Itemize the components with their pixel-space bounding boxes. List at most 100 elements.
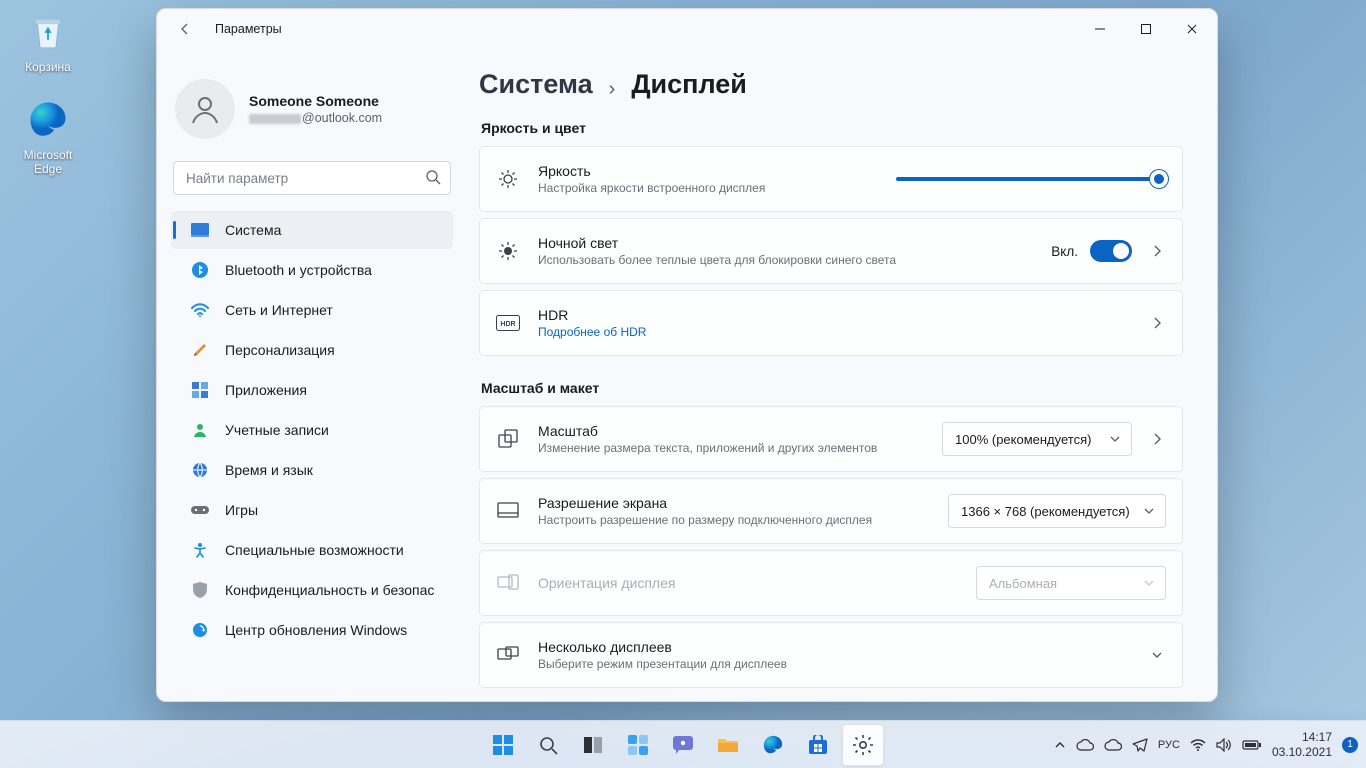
taskbar: РУС 14:17 03.10.2021 1 <box>0 720 1366 768</box>
taskbar-taskview[interactable] <box>572 724 614 766</box>
row-subtitle: Настроить разрешение по размеру подключе… <box>538 513 932 527</box>
taskbar-edge[interactable] <box>752 724 794 766</box>
nav-item-personalization[interactable]: Персонализация <box>171 331 453 369</box>
window-title: Параметры <box>215 22 282 36</box>
nav-item-network[interactable]: Сеть и Интернет <box>171 291 453 329</box>
section-scale-layout: Масштаб и макет <box>481 380 1183 396</box>
email-redacted <box>249 114 301 124</box>
page-title: Дисплей <box>631 69 747 100</box>
row-subtitle: Настройка яркости встроенного дисплея <box>538 181 880 195</box>
row-title: Масштаб <box>538 423 926 439</box>
breadcrumb-parent[interactable]: Система <box>479 69 593 100</box>
nav-item-bluetooth[interactable]: Bluetooth и устройства <box>171 251 453 289</box>
resolution-icon <box>494 502 522 520</box>
toggle-state-label: Вкл. <box>1051 244 1078 259</box>
taskbar-store[interactable] <box>797 724 839 766</box>
nav-item-gaming[interactable]: Игры <box>171 491 453 529</box>
content-area: Система › Дисплей Яркость и цвет Яркость… <box>465 49 1217 701</box>
tray-chevron-icon[interactable] <box>1054 739 1066 751</box>
close-button[interactable] <box>1169 13 1215 45</box>
telegram-icon[interactable] <box>1132 738 1148 752</box>
nav-item-time-language[interactable]: Время и язык <box>171 451 453 489</box>
card-multi-display[interactable]: Несколько дисплеев Выберите режим презен… <box>479 622 1183 688</box>
card-hdr[interactable]: HDR HDR Подробнее об HDR <box>479 290 1183 356</box>
sidebar: Someone Someone @outlook.com Система <box>157 49 465 701</box>
start-button[interactable] <box>482 724 524 766</box>
scale-select[interactable]: 100% (рекомендуется) <box>942 422 1132 456</box>
taskbar-widgets[interactable] <box>617 724 659 766</box>
row-title: Разрешение экрана <box>538 495 932 511</box>
orientation-select: Альбомная <box>976 566 1166 600</box>
breadcrumb: Система › Дисплей <box>479 69 1183 100</box>
battery-tray-icon[interactable] <box>1242 739 1262 751</box>
card-scale[interactable]: Масштаб Изменение размера текста, прилож… <box>479 406 1183 472</box>
card-night-light[interactable]: Ночной свет Использовать более теплые цв… <box>479 218 1183 284</box>
row-subtitle: Выберите режим презентации для дисплеев <box>538 657 1132 671</box>
hdr-link[interactable]: Подробнее об HDR <box>538 325 1132 339</box>
titlebar: Параметры <box>157 9 1217 49</box>
maximize-button[interactable] <box>1123 13 1169 45</box>
person-icon <box>191 421 209 439</box>
tray[interactable]: РУС <box>1054 738 1262 752</box>
nav-item-apps[interactable]: Приложения <box>171 371 453 409</box>
row-title: Ориентация дисплея <box>538 575 960 591</box>
back-button[interactable] <box>171 15 199 43</box>
system-icon <box>191 221 209 239</box>
taskbar-search[interactable] <box>527 724 569 766</box>
nav-label: Время и язык <box>225 462 313 478</box>
slider-thumb[interactable] <box>1150 170 1168 188</box>
taskbar-date: 03.10.2021 <box>1272 745 1332 759</box>
apps-icon <box>191 381 209 399</box>
nav-item-system[interactable]: Система <box>171 211 453 249</box>
taskbar-time: 14:17 <box>1272 730 1332 744</box>
recycle-bin-icon <box>24 8 72 56</box>
taskbar-settings[interactable] <box>842 724 884 766</box>
language-indicator[interactable]: РУС <box>1158 739 1180 751</box>
card-orientation: Ориентация дисплея Альбомная <box>479 550 1183 616</box>
accessibility-icon <box>191 541 209 559</box>
chevron-down-icon <box>1148 648 1166 662</box>
search-box[interactable] <box>173 161 451 195</box>
taskbar-center <box>482 724 884 766</box>
row-subtitle: Использовать более теплые цвета для блок… <box>538 253 1035 267</box>
onedrive-icon[interactable] <box>1076 739 1094 751</box>
volume-tray-icon[interactable] <box>1216 738 1232 752</box>
row-subtitle: Изменение размера текста, приложений и д… <box>538 441 926 455</box>
update-icon <box>191 621 209 639</box>
desktop-icon-label: Microsoft Edge <box>10 148 86 176</box>
svg-text:HDR: HDR <box>500 321 515 328</box>
row-title: HDR <box>538 307 1132 323</box>
desktop-icon-edge[interactable]: Microsoft Edge <box>10 96 86 176</box>
search-input[interactable] <box>173 161 451 195</box>
notification-badge[interactable]: 1 <box>1342 737 1358 753</box>
cloud-icon[interactable] <box>1104 739 1122 751</box>
bluetooth-icon <box>191 261 209 279</box>
minimize-button[interactable] <box>1077 13 1123 45</box>
resolution-select[interactable]: 1366 × 768 (рекомендуется) <box>948 494 1166 528</box>
brightness-slider[interactable] <box>896 170 1166 188</box>
wifi-icon <box>191 301 209 319</box>
nav-item-accounts[interactable]: Учетные записи <box>171 411 453 449</box>
night-light-toggle[interactable] <box>1090 240 1132 262</box>
nav-item-update[interactable]: Центр обновления Windows <box>171 611 453 649</box>
wifi-tray-icon[interactable] <box>1190 739 1206 751</box>
nav-label: Приложения <box>225 382 307 398</box>
hdr-icon: HDR <box>494 315 522 331</box>
nav-item-privacy[interactable]: Конфиденциальность и безопасность <box>171 571 453 609</box>
orientation-icon <box>494 574 522 592</box>
shield-icon <box>191 581 209 599</box>
nav-label: Сеть и Интернет <box>225 302 333 318</box>
chevron-right-icon <box>1148 432 1166 446</box>
settings-window: Параметры Someone Someone @outlook.com <box>156 8 1218 702</box>
taskbar-chat[interactable] <box>662 724 704 766</box>
brush-icon <box>191 341 209 359</box>
taskbar-explorer[interactable] <box>707 724 749 766</box>
desktop-icon-recycle-bin[interactable]: Корзина <box>10 8 86 74</box>
nav-label: Игры <box>225 502 258 518</box>
nav-item-accessibility[interactable]: Специальные возможности <box>171 531 453 569</box>
search-icon <box>425 169 441 185</box>
taskbar-clock[interactable]: 14:17 03.10.2021 <box>1272 730 1332 759</box>
profile-block[interactable]: Someone Someone @outlook.com <box>171 65 453 149</box>
chevron-down-icon <box>1109 433 1121 445</box>
taskbar-right: РУС 14:17 03.10.2021 1 <box>1054 730 1358 759</box>
